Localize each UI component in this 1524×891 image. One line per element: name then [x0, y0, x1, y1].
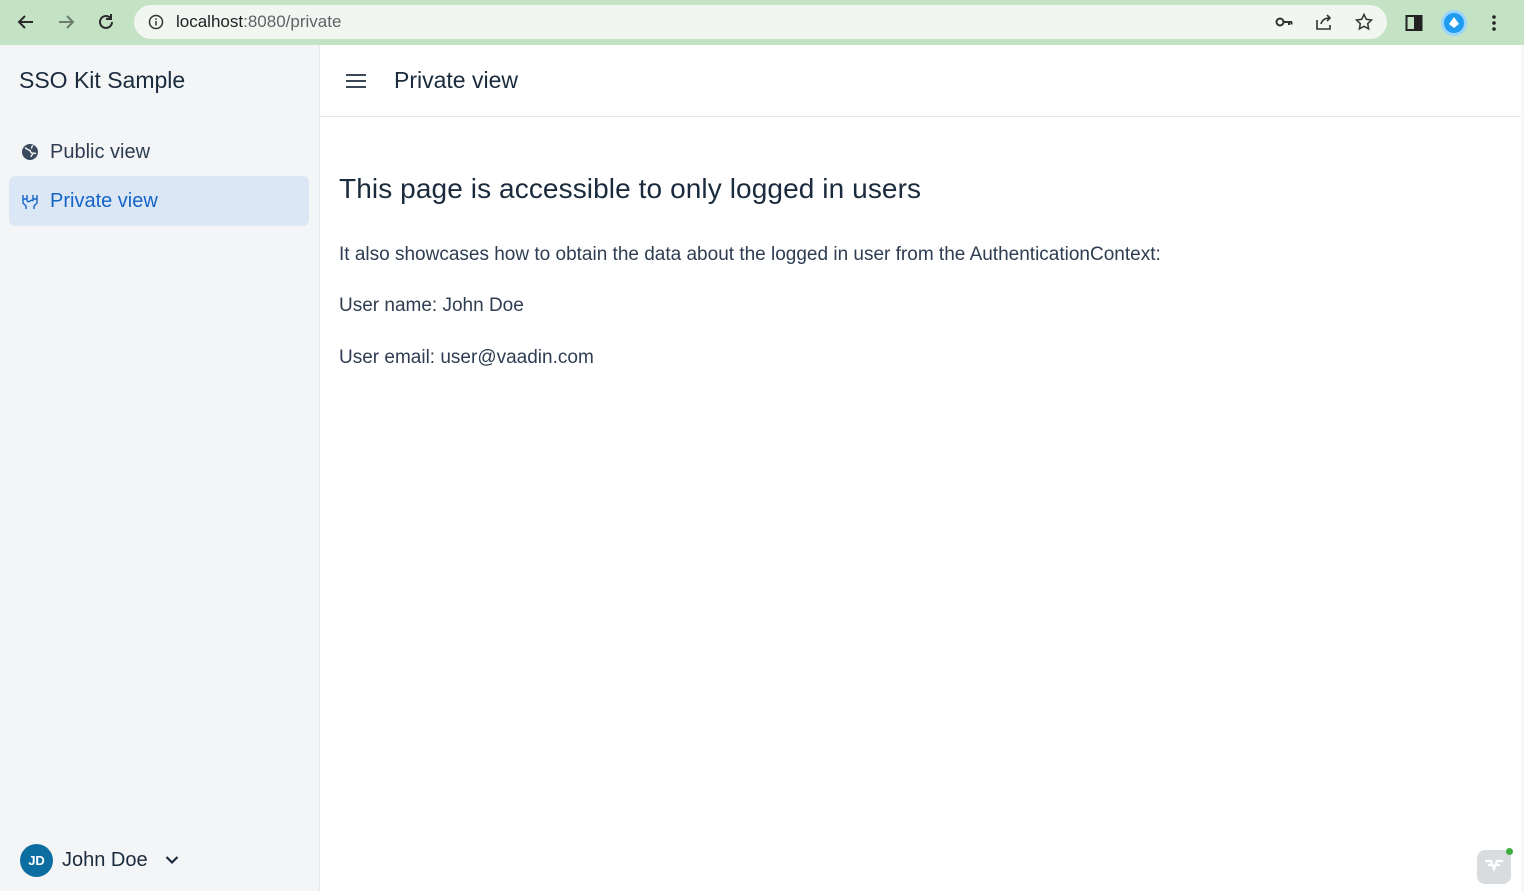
reload-icon	[99, 14, 113, 29]
share-icon[interactable]	[1311, 9, 1337, 35]
side-panel-button[interactable]	[1394, 3, 1434, 43]
arrow-left-icon	[17, 15, 33, 29]
main-content: This page is accessible to only logged i…	[339, 117, 1499, 369]
browser-toolbar: localhost:8080/private	[0, 0, 1524, 45]
site-info-icon[interactable]	[146, 12, 166, 32]
globe-icon	[19, 141, 41, 163]
vaadin-dev-icon	[1485, 859, 1503, 873]
nav-item-label: Public view	[50, 140, 151, 163]
side-drawer: SSO Kit Sample Public view Private view …	[0, 45, 320, 891]
avatar: JD	[20, 843, 53, 877]
address-bar[interactable]: localhost:8080/private	[134, 5, 1387, 39]
user-email-text: User email: user@vaadin.com	[339, 347, 594, 368]
page-title: Private view	[394, 67, 518, 93]
back-button[interactable]	[6, 2, 46, 42]
dev-tools-button[interactable]	[1477, 850, 1511, 884]
url-host: localhost	[176, 12, 244, 31]
navbar: Private view	[320, 45, 1524, 117]
arrow-right-icon	[59, 15, 75, 29]
user-menu[interactable]: JD John Doe	[20, 842, 182, 878]
key-icon[interactable]	[1271, 9, 1297, 35]
dev-status-indicator	[1506, 848, 1513, 855]
chevron-down-icon	[162, 850, 182, 870]
reload-button[interactable]	[86, 2, 126, 42]
nav-item-label: Private view	[50, 189, 158, 212]
forward-button[interactable]	[46, 2, 86, 42]
side-panel-icon	[1405, 15, 1423, 31]
profile-button[interactable]	[1434, 3, 1474, 43]
content-heading: This page is accessible to only logged i…	[339, 173, 922, 204]
url-path: :8080/private	[243, 12, 342, 31]
hamburger-icon	[346, 73, 366, 88]
hands-icon	[19, 190, 41, 212]
user-name-text: User name: John Doe	[339, 295, 524, 316]
bookmark-star-icon[interactable]	[1351, 9, 1377, 35]
nav-item-public-view[interactable]: Public view	[9, 127, 309, 177]
user-name: John Doe	[62, 848, 148, 871]
drawer-toggle-button[interactable]	[344, 69, 368, 93]
kebab-menu-icon	[1492, 15, 1496, 31]
url-text: localhost:8080/private	[176, 12, 341, 32]
profile-avatar-icon	[1441, 10, 1467, 36]
description-text: It also showcases how to obtain the data…	[339, 244, 1161, 265]
app-title: SSO Kit Sample	[19, 67, 186, 93]
browser-menu-button[interactable]	[1474, 3, 1514, 43]
nav-item-private-view[interactable]: Private view	[9, 176, 309, 226]
